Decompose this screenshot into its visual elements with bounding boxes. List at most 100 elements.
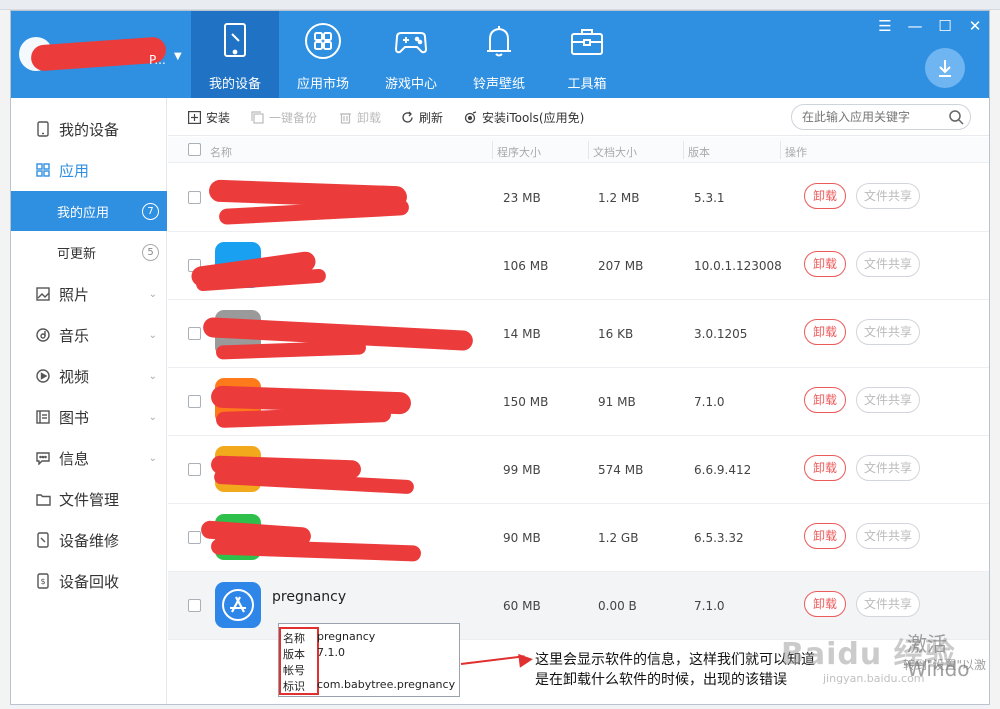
doc-size: 0.00 B bbox=[598, 599, 637, 613]
column-header-name[interactable]: 名称 bbox=[210, 144, 232, 160]
maximize-icon[interactable]: ☐ bbox=[937, 17, 953, 35]
main-nav: 我的设备 应用市场 游戏中心 铃声壁纸 工具箱 bbox=[191, 11, 631, 98]
book-icon bbox=[35, 409, 51, 425]
sidebar-item-label: 我的设备 bbox=[59, 120, 120, 139]
file-share-button[interactable]: 文件共享 bbox=[856, 455, 920, 481]
app-version: 7.1.0 bbox=[694, 395, 725, 409]
install-itools-button[interactable]: 安装iTools(应用免) bbox=[463, 109, 584, 126]
annotation-arrow-line bbox=[460, 655, 525, 665]
app-size: 99 MB bbox=[503, 463, 541, 477]
sidebar-item-video[interactable]: 视频 ⌄ bbox=[11, 356, 167, 396]
annotation-text: 这里会显示软件的信息，这样我们就可以知道 是在卸载什么软件的时候，出现的该错误 bbox=[535, 650, 815, 690]
tooltip-value: 7.1.0 bbox=[317, 646, 345, 659]
select-all-checkbox[interactable] bbox=[188, 143, 201, 156]
chevron-down-icon[interactable]: ⌄ bbox=[149, 289, 157, 300]
tooltip-row: 帐号 bbox=[283, 662, 317, 678]
sidebar-item-books[interactable]: 图书 ⌄ bbox=[11, 397, 167, 437]
annotation-line: 这里会显示软件的信息，这样我们就可以知道 bbox=[535, 652, 815, 668]
sidebar-item-music[interactable]: 音乐 ⌄ bbox=[11, 315, 167, 355]
file-share-button[interactable]: 文件共享 bbox=[856, 183, 920, 209]
row-checkbox[interactable] bbox=[188, 531, 201, 544]
column-header-doc-size[interactable]: 文档大小 bbox=[593, 144, 637, 160]
close-icon[interactable]: ✕ bbox=[967, 17, 983, 35]
nav-ringtone-wallpaper[interactable]: 铃声壁纸 bbox=[455, 11, 543, 98]
uninstall-button[interactable]: 卸载 bbox=[804, 251, 846, 277]
menu-icon[interactable]: ☰ bbox=[877, 17, 893, 35]
nav-app-market[interactable]: 应用市场 bbox=[279, 11, 367, 98]
uninstall-button[interactable]: 卸载 bbox=[338, 109, 381, 126]
annotation-arrow-head bbox=[518, 652, 534, 668]
doc-size: 91 MB bbox=[598, 395, 636, 409]
photo-icon bbox=[35, 286, 51, 302]
column-header-size[interactable]: 程序大小 bbox=[497, 144, 541, 160]
app-grid-icon bbox=[35, 162, 51, 178]
nav-game-center[interactable]: 游戏中心 bbox=[367, 11, 455, 98]
svg-text:$: $ bbox=[41, 577, 46, 586]
header-bar: P... ▼ 我的设备 应用市场 游戏中心 铃声壁纸 工具箱 ☰ — ☐ ✕ bbox=[11, 11, 989, 98]
refresh-label: 刷新 bbox=[419, 111, 444, 125]
row-checkbox[interactable] bbox=[188, 191, 201, 204]
sidebar: 我的设备 应用 我的应用 7 可更新 5 照片 ⌄ 音乐 ⌄ 视频 ⌄ 图书 ⌄… bbox=[11, 98, 167, 704]
sidebar-item-label: 设备维修 bbox=[59, 531, 120, 550]
chevron-down-icon[interactable]: ⌄ bbox=[149, 453, 157, 464]
row-checkbox[interactable] bbox=[188, 395, 201, 408]
app-size: 106 MB bbox=[503, 259, 549, 273]
uninstall-button[interactable]: 卸载 bbox=[804, 319, 846, 345]
sidebar-subitem-label: 我的应用 bbox=[57, 205, 110, 221]
nav-toolbox[interactable]: 工具箱 bbox=[543, 11, 631, 98]
sidebar-item-label: 照片 bbox=[59, 285, 90, 304]
minimize-icon[interactable]: — bbox=[907, 17, 923, 35]
file-share-button[interactable]: 文件共享 bbox=[856, 523, 920, 549]
sidebar-item-messages[interactable]: 信息 ⌄ bbox=[11, 438, 167, 478]
uninstall-button[interactable]: 卸载 bbox=[804, 591, 846, 617]
chevron-down-icon[interactable]: ▼ bbox=[174, 51, 182, 62]
tooltip-key: 标识 bbox=[283, 680, 305, 693]
row-checkbox[interactable] bbox=[188, 463, 201, 476]
tooltip-row: 名称 pregnancy bbox=[283, 630, 375, 646]
sidebar-subitem-my-apps[interactable]: 我的应用 7 bbox=[11, 191, 167, 231]
folder-icon bbox=[35, 491, 51, 507]
user-name: P... bbox=[149, 53, 166, 67]
uninstall-label: 卸载 bbox=[357, 111, 382, 125]
uninstall-button[interactable]: 卸载 bbox=[804, 387, 846, 413]
file-share-button[interactable]: 文件共享 bbox=[856, 319, 920, 345]
sidebar-item-my-device[interactable]: 我的设备 bbox=[11, 109, 167, 149]
install-button[interactable]: 安装 bbox=[187, 109, 230, 126]
tooltip-key: 帐号 bbox=[283, 664, 305, 677]
refresh-button[interactable]: 刷新 bbox=[400, 109, 443, 126]
uninstall-button[interactable]: 卸载 bbox=[804, 523, 846, 549]
uninstall-button[interactable]: 卸载 bbox=[804, 455, 846, 481]
uninstall-button[interactable]: 卸载 bbox=[804, 183, 846, 209]
repair-icon bbox=[35, 532, 51, 548]
sidebar-item-device-repair[interactable]: 设备维修 bbox=[11, 520, 167, 560]
column-header-version[interactable]: 版本 bbox=[688, 144, 710, 160]
search-icon[interactable] bbox=[948, 109, 964, 125]
search-box[interactable] bbox=[791, 104, 971, 130]
windows-activation-title: 激活 Windo bbox=[907, 632, 970, 681]
user-account[interactable]: P... ▼ bbox=[11, 29, 191, 79]
row-checkbox[interactable] bbox=[188, 599, 201, 612]
chevron-down-icon[interactable]: ⌄ bbox=[149, 330, 157, 341]
nav-label: 应用市场 bbox=[296, 77, 349, 92]
window-controls: ☰ — ☐ ✕ bbox=[877, 17, 983, 35]
message-icon bbox=[35, 450, 51, 466]
sidebar-subitem-updatable[interactable]: 可更新 5 bbox=[11, 232, 167, 272]
doc-size: 1.2 MB bbox=[598, 191, 640, 205]
chevron-down-icon[interactable]: ⌄ bbox=[149, 371, 157, 382]
file-share-button[interactable]: 文件共享 bbox=[856, 591, 920, 617]
backup-button[interactable]: 一键备份 bbox=[250, 109, 317, 126]
row-checkbox[interactable] bbox=[188, 327, 201, 340]
sidebar-item-file-manager[interactable]: 文件管理 bbox=[11, 479, 167, 519]
sidebar-item-photos[interactable]: 照片 ⌄ bbox=[11, 274, 167, 314]
nav-my-device[interactable]: 我的设备 bbox=[191, 11, 279, 98]
file-share-button[interactable]: 文件共享 bbox=[856, 251, 920, 277]
sidebar-item-apps[interactable]: 应用 bbox=[11, 150, 167, 190]
download-icon[interactable] bbox=[925, 48, 965, 88]
sidebar-item-device-recycle[interactable]: $ 设备回收 bbox=[11, 561, 167, 601]
redacted-user-name bbox=[30, 36, 167, 72]
chevron-down-icon[interactable]: ⌄ bbox=[149, 412, 157, 423]
search-input[interactable] bbox=[802, 108, 942, 126]
count-badge: 7 bbox=[142, 202, 159, 220]
file-share-button[interactable]: 文件共享 bbox=[856, 387, 920, 413]
video-icon bbox=[35, 368, 51, 384]
